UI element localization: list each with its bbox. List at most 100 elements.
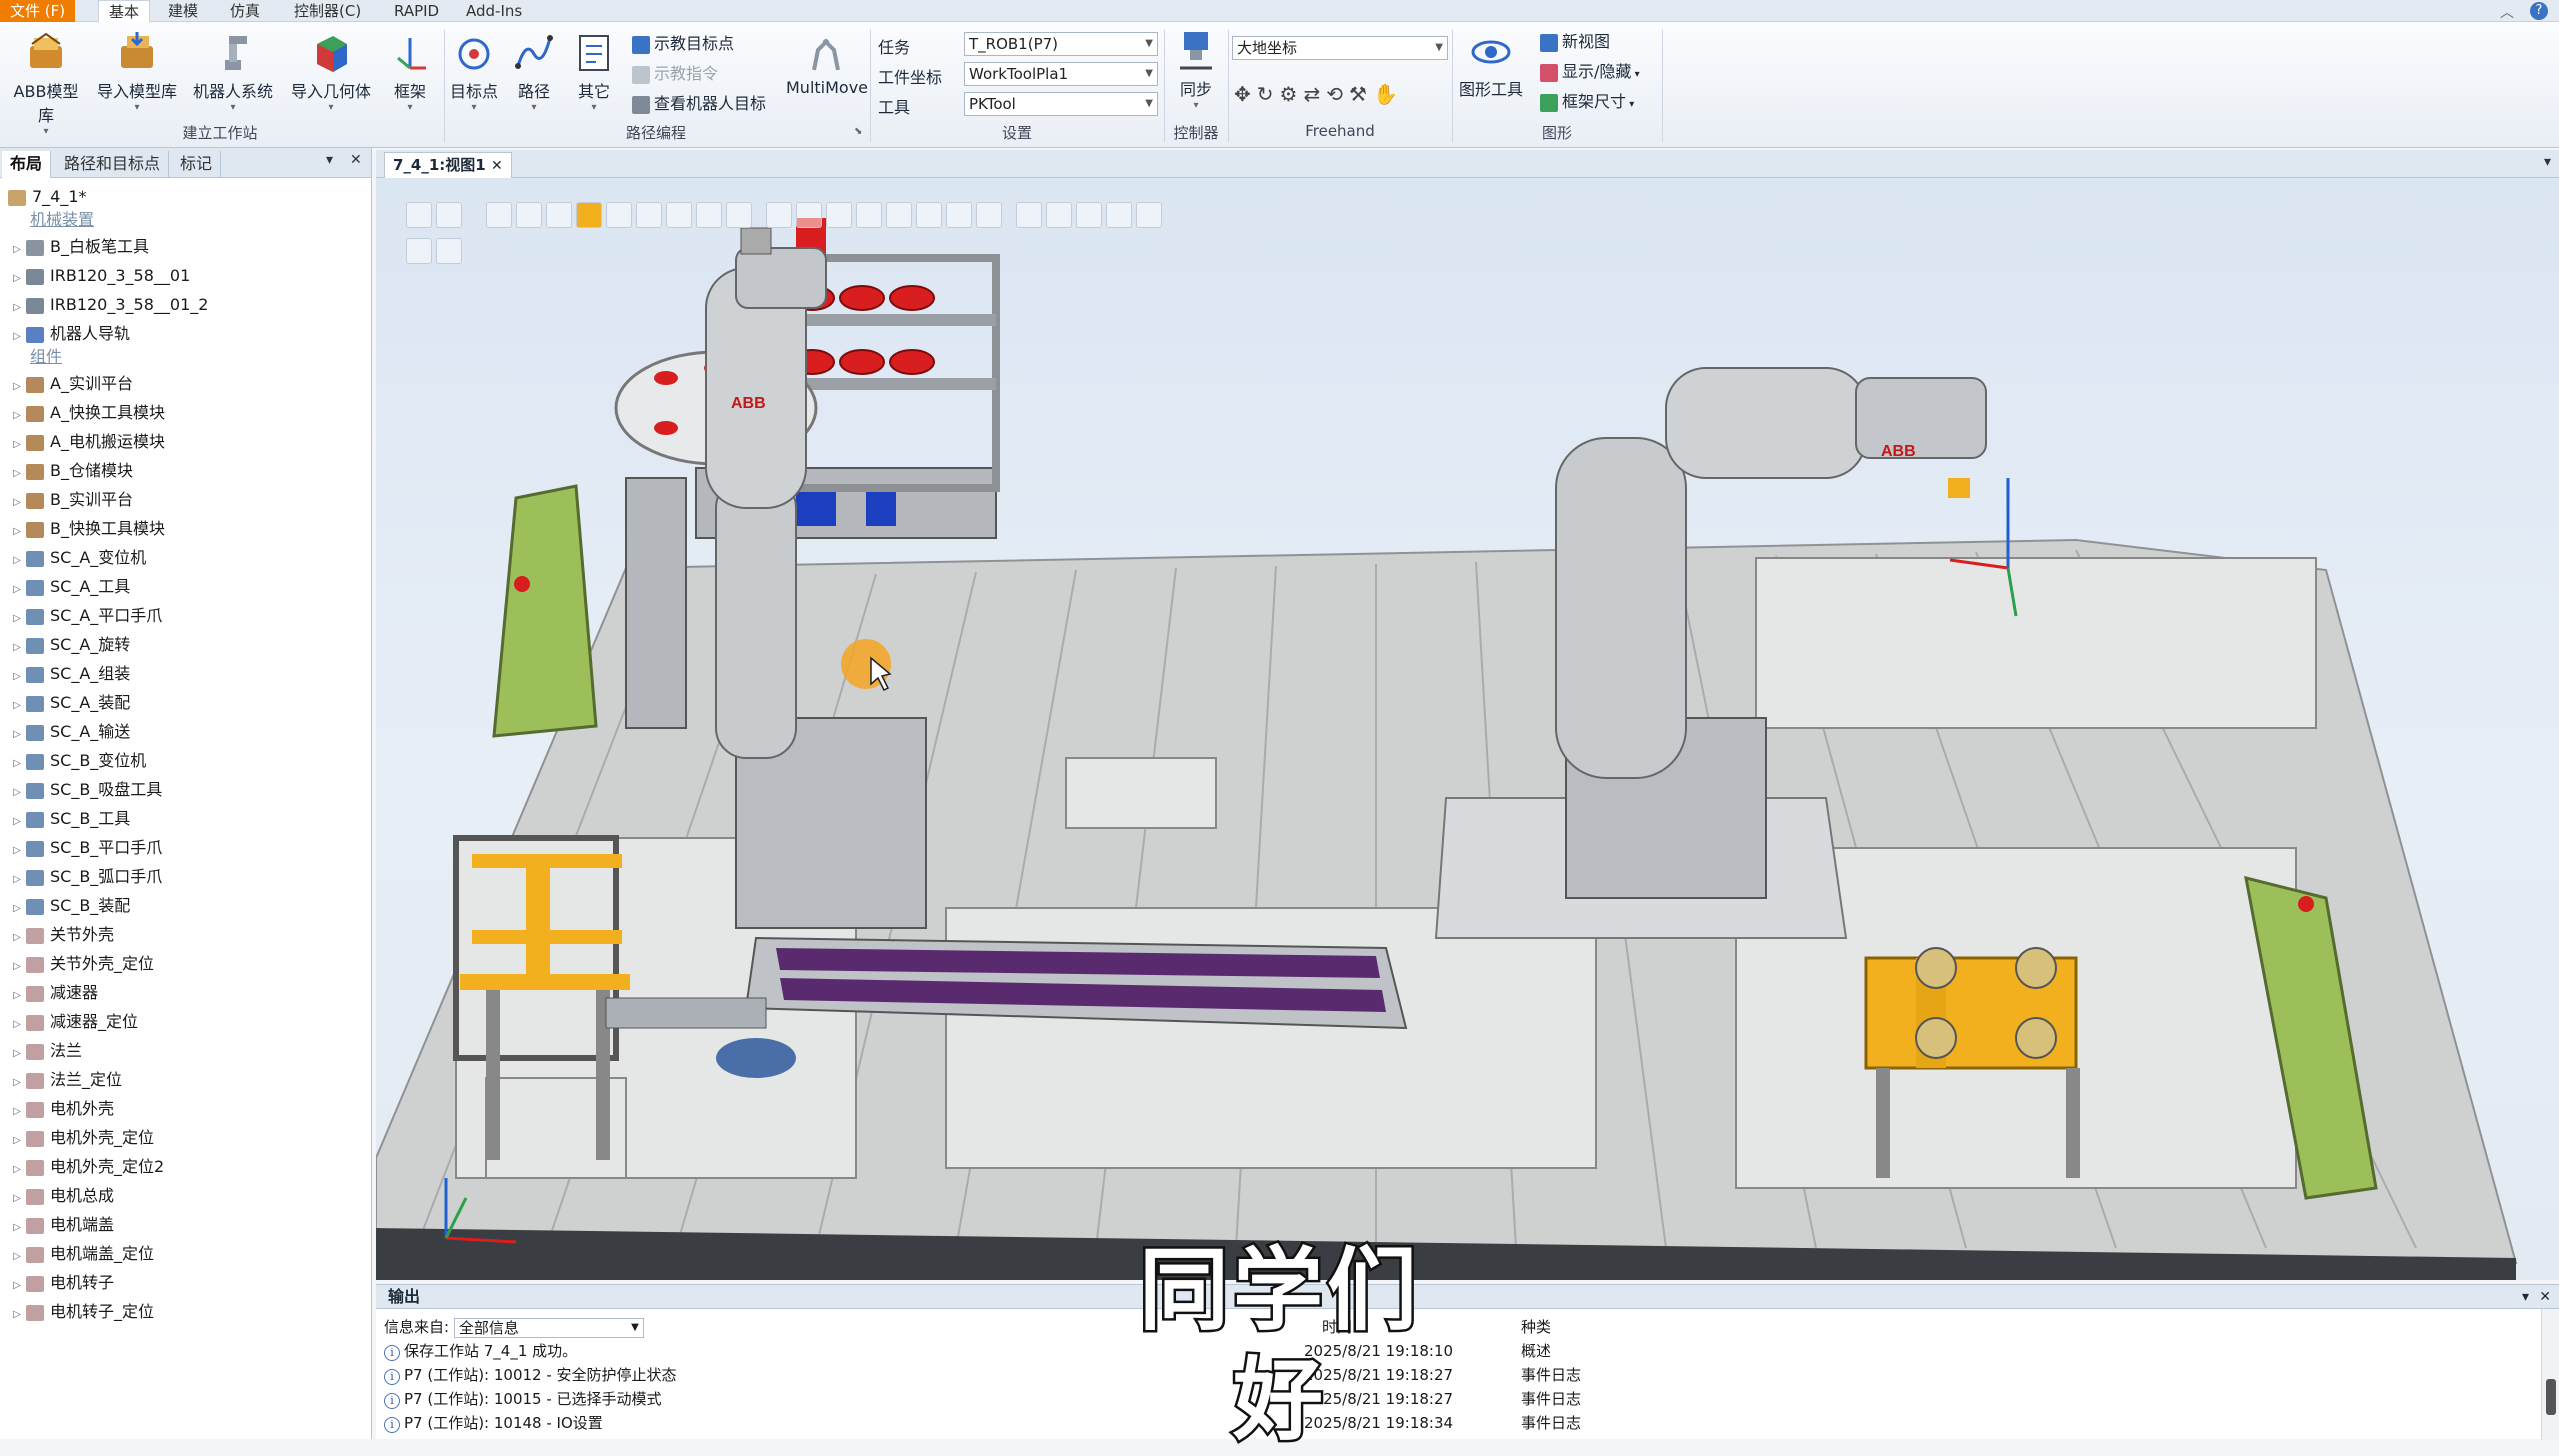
tree-item-component[interactable]: ▷ SC_A_装配 [10,688,130,717]
measure-min-distance-icon[interactable] [1106,202,1132,228]
expand-icon[interactable]: ▷ [10,459,24,488]
jog-linear-icon[interactable]: ⇄ [1303,82,1326,106]
other-button[interactable]: 其它 ▾ [566,30,622,113]
expand-icon[interactable]: ▷ [10,1271,24,1300]
tree-item-component[interactable]: ▷ 电机外壳_定位2 [10,1152,164,1181]
expand-icon[interactable]: ▷ [10,1184,24,1213]
select-path-icon[interactable] [696,202,722,228]
tab-view1[interactable]: 7_4_1:视图1 ✕ [384,152,512,178]
snap-middle-icon[interactable] [826,202,852,228]
import-geometry-button[interactable]: 导入几何体 ▾ [286,30,376,113]
snap-gravity-icon[interactable] [916,202,942,228]
tree-item-mechanism[interactable]: ▷ 机器人导轨 [10,319,130,348]
tree-item-component[interactable]: ▷ SC_B_弧口手爪 [10,862,162,891]
station-scene[interactable]: ABB ABB [376,178,2559,1280]
task-select[interactable]: T_ROB1(P7) ▼ [964,32,1158,56]
expand-icon[interactable]: ▷ [10,778,24,807]
3d-viewport[interactable]: ABB ABB [376,178,2559,1280]
select-mechanism-icon[interactable] [606,202,632,228]
expand-icon[interactable]: ▷ [10,372,24,401]
measure-angle-icon[interactable] [1046,202,1072,228]
expand-icon[interactable]: ▷ [10,604,24,633]
hand-jog-icon[interactable]: ✋ [1373,82,1404,106]
tree-item-component[interactable]: ▷ SC_A_旋转 [10,630,130,659]
multimove-button[interactable]: MultiMove [786,30,868,97]
tab-paths-targets[interactable]: 路径和目标点 [56,151,170,178]
teach-target-button[interactable]: 示教目标点 [632,32,734,56]
view-all-icon[interactable] [406,202,432,228]
snap-local-icon[interactable] [946,202,972,228]
tree-item-component[interactable]: ▷ 关节外壳 [10,920,114,949]
tab-tags[interactable]: 标记 [172,151,222,178]
expand-icon[interactable]: ▷ [10,235,24,264]
tree-item-component[interactable]: ▷ 法兰_定位 [10,1065,122,1094]
tree-item-component[interactable]: ▷ A_实训平台 [10,369,133,398]
expand-icon[interactable]: ▷ [10,836,24,865]
menu-tab-controller[interactable]: 控制器(C) [284,0,371,22]
multi-robot-jog-icon[interactable]: ⚒ [1349,82,1373,106]
snap-edge-icon[interactable] [886,202,912,228]
expand-icon[interactable]: ▷ [10,1300,24,1329]
panel-dropdown-icon[interactable]: ▾ [326,152,333,168]
view-robot-target-button[interactable]: 查看机器人目标 [632,92,766,116]
select-curve-icon[interactable] [486,202,512,228]
snap-object-icon[interactable] [766,202,792,228]
frame-size-button[interactable]: 框架尺寸 ▾ [1540,90,1634,114]
sync-button[interactable]: 同步 ▾ [1168,28,1224,111]
snap-end-icon[interactable] [856,202,882,228]
minimize-ribbon-icon[interactable]: ︿ [2500,2,2514,22]
tab-layout[interactable]: 布局 [2,151,52,178]
expand-icon[interactable]: ▷ [10,1010,24,1039]
robot-system-button[interactable]: 机器人系统 ▾ [188,30,278,113]
tree-item-component[interactable]: ▷ 电机端盖_定位 [10,1239,154,1268]
tree-item-component[interactable]: ▷ 电机端盖 [10,1210,114,1239]
expand-icon[interactable]: ▷ [10,322,24,351]
close-icon[interactable]: ✕ [2539,1285,2551,1309]
close-icon[interactable]: ✕ [491,158,503,174]
expand-icon[interactable]: ▷ [10,952,24,981]
tree-item-mechanism[interactable]: ▷ B_白板笔工具 [10,232,149,261]
tree-item-component[interactable]: ▷ SC_A_工具 [10,572,130,601]
output-source-select[interactable]: 全部信息 ▼ [453,1317,644,1338]
tree-item-component[interactable]: ▷ SC_B_平口手爪 [10,833,162,862]
tree-item-component[interactable]: ▷ SC_B_装配 [10,891,130,920]
tool-select[interactable]: PKTool ▼ [964,92,1158,116]
expand-icon[interactable]: ▷ [10,430,24,459]
tree-item-component[interactable]: ▷ SC_A_平口手爪 [10,601,162,630]
new-view-button[interactable]: 新视图 [1540,30,1610,54]
jog-reorient-icon[interactable]: ⟲ [1326,82,1349,106]
expand-icon[interactable]: ▷ [10,749,24,778]
select-part-icon[interactable] [576,202,602,228]
expand-icon[interactable]: ▷ [10,264,24,293]
menu-file[interactable]: 文件 (F) [0,0,76,22]
measure-diameter-icon[interactable] [1076,202,1102,228]
expand-icon[interactable]: ▷ [10,488,24,517]
tree-item-component[interactable]: ▷ 减速器_定位 [10,1007,138,1036]
select-frame-icon[interactable] [726,202,752,228]
select-body-icon[interactable] [546,202,572,228]
expand-icon[interactable]: ▷ [10,865,24,894]
move-icon[interactable]: ✥ [1234,82,1257,106]
path-button[interactable]: 路径 ▾ [506,30,562,113]
tree-item-component[interactable]: ▷ 电机总成 [10,1181,114,1210]
reference-coordinate-select[interactable]: 大地坐标 ▼ [1232,36,1448,60]
dialog-launcher-icon[interactable]: ⬊ [854,126,862,137]
close-icon[interactable]: ✕ [350,152,362,168]
expand-icon[interactable]: ▷ [10,1213,24,1242]
expand-icon[interactable]: ▷ [10,691,24,720]
tree-category-components[interactable]: 组件 [30,344,62,370]
wobj-select[interactable]: WorkToolPla1 ▼ [964,62,1158,86]
expand-icon[interactable]: ▷ [10,894,24,923]
tree-item-component[interactable]: ▷ A_快换工具模块 [10,398,165,427]
abb-library-button[interactable]: ABB模型库 ▾ [6,30,86,137]
measure-distance-icon[interactable] [1016,202,1042,228]
expand-icon[interactable]: ▷ [10,517,24,546]
teach-instruction-button[interactable]: 示教指令 [632,62,718,86]
view-center-icon[interactable] [436,202,462,228]
expand-icon[interactable]: ▷ [10,807,24,836]
tree-item-mechanism[interactable]: ▷ IRB120_3_58__01_2 [10,290,208,319]
expand-icon[interactable]: ▷ [10,1039,24,1068]
tree-item-component[interactable]: ▷ B_实训平台 [10,485,133,514]
select-surface-icon[interactable] [516,202,542,228]
output-row[interactable]: i 保存工作站 7_4_1 成功。 [384,1339,577,1363]
